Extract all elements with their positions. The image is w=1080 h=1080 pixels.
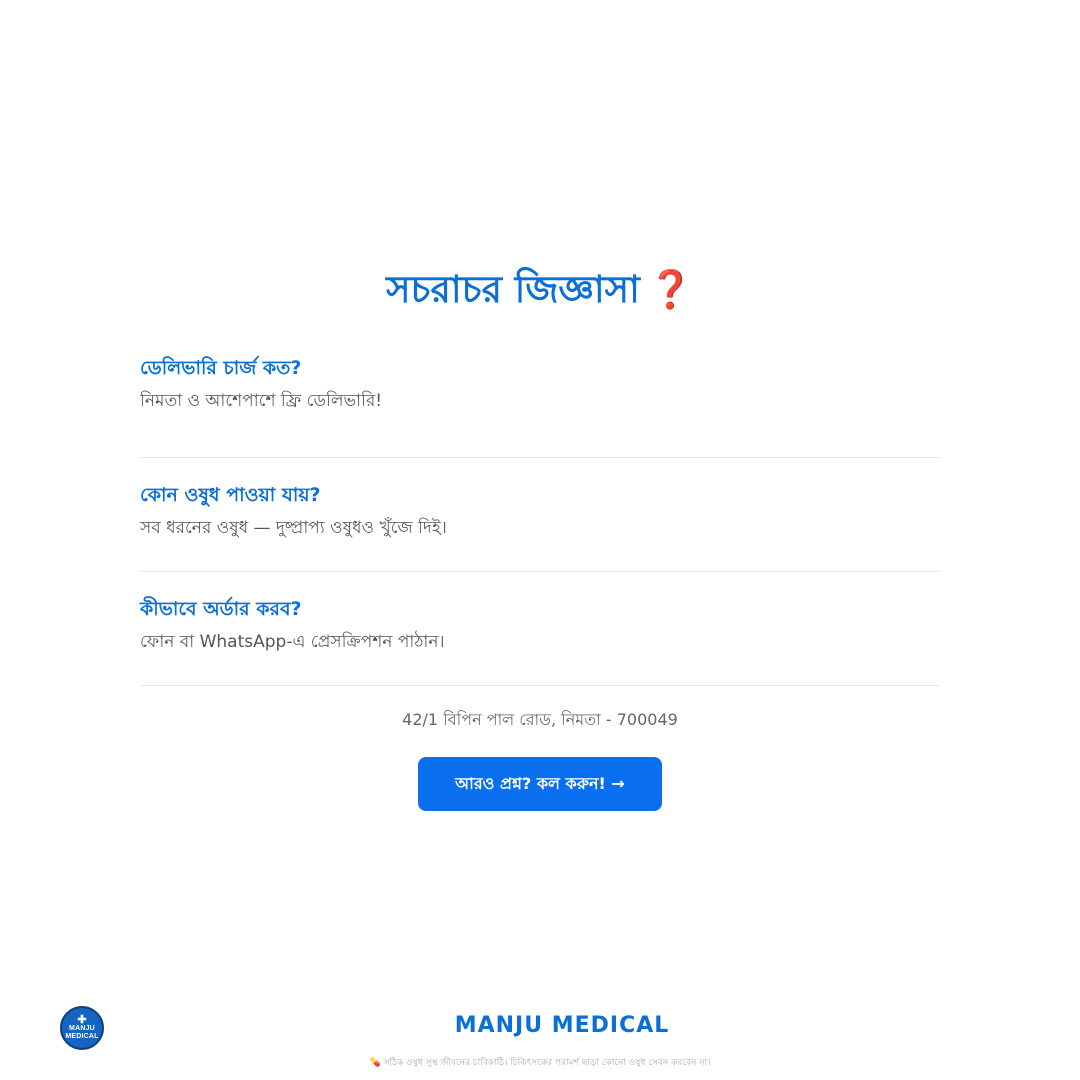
faq-answer: ফোন বা WhatsApp-এ প্রেসক্রিপশন পাঠান।: [140, 632, 445, 652]
brand-name: MANJU MEDICAL: [454, 1013, 670, 1038]
faq-question: কোন ওষুধ পাওয়া যায়?: [140, 484, 321, 506]
faq-question: কীভাবে অর্ডার করব?: [140, 598, 302, 620]
faq-list: ডেলিভারি চার্জ কত? নিমতা ও আশেপাশে ফ্রি …: [140, 345, 940, 686]
store-address: 42/1 বিপিন পাল রোড, নিমতা - 700049: [402, 710, 678, 729]
faq-page: সচরাচর জিজ্ঞাসা ❓ ডেলিভারি চার্জ কত? নিমত…: [0, 0, 1080, 1080]
faq-question: ডেলিভারি চার্জ কত?: [140, 357, 302, 379]
footer-disclaimer: 💊 সঠিক ওষুধ সুস্থ জীবনের চাবিকাঠি। চিকিৎ…: [369, 1058, 711, 1068]
question-mark-icon: ❓: [647, 268, 694, 311]
faq-item: কীভাবে অর্ডার করব? ফোন বা WhatsApp-এ প্র…: [140, 572, 940, 686]
call-button[interactable]: আরও প্রশ্ন? কল করুন! →: [418, 757, 662, 811]
faq-answer: নিমতা ও আশেপাশে ফ্রি ডেলিভারি!: [140, 391, 383, 411]
faq-item: কোন ওষুধ পাওয়া যায়? সব ধরনের ওষুধ — দু…: [140, 458, 940, 572]
faq-answer: সব ধরনের ওষুধ — দুষ্প্রাপ্য ওষুধও খুঁজে …: [140, 518, 447, 538]
faq-item: ডেলিভারি চার্জ কত? নিমতা ও আশেপাশে ফ্রি …: [140, 345, 940, 458]
faq-heading: সচরাচর জিজ্ঞাসা ❓: [0, 262, 1080, 318]
faq-heading-text: সচরাচর জিজ্ঞাসা: [386, 268, 640, 311]
